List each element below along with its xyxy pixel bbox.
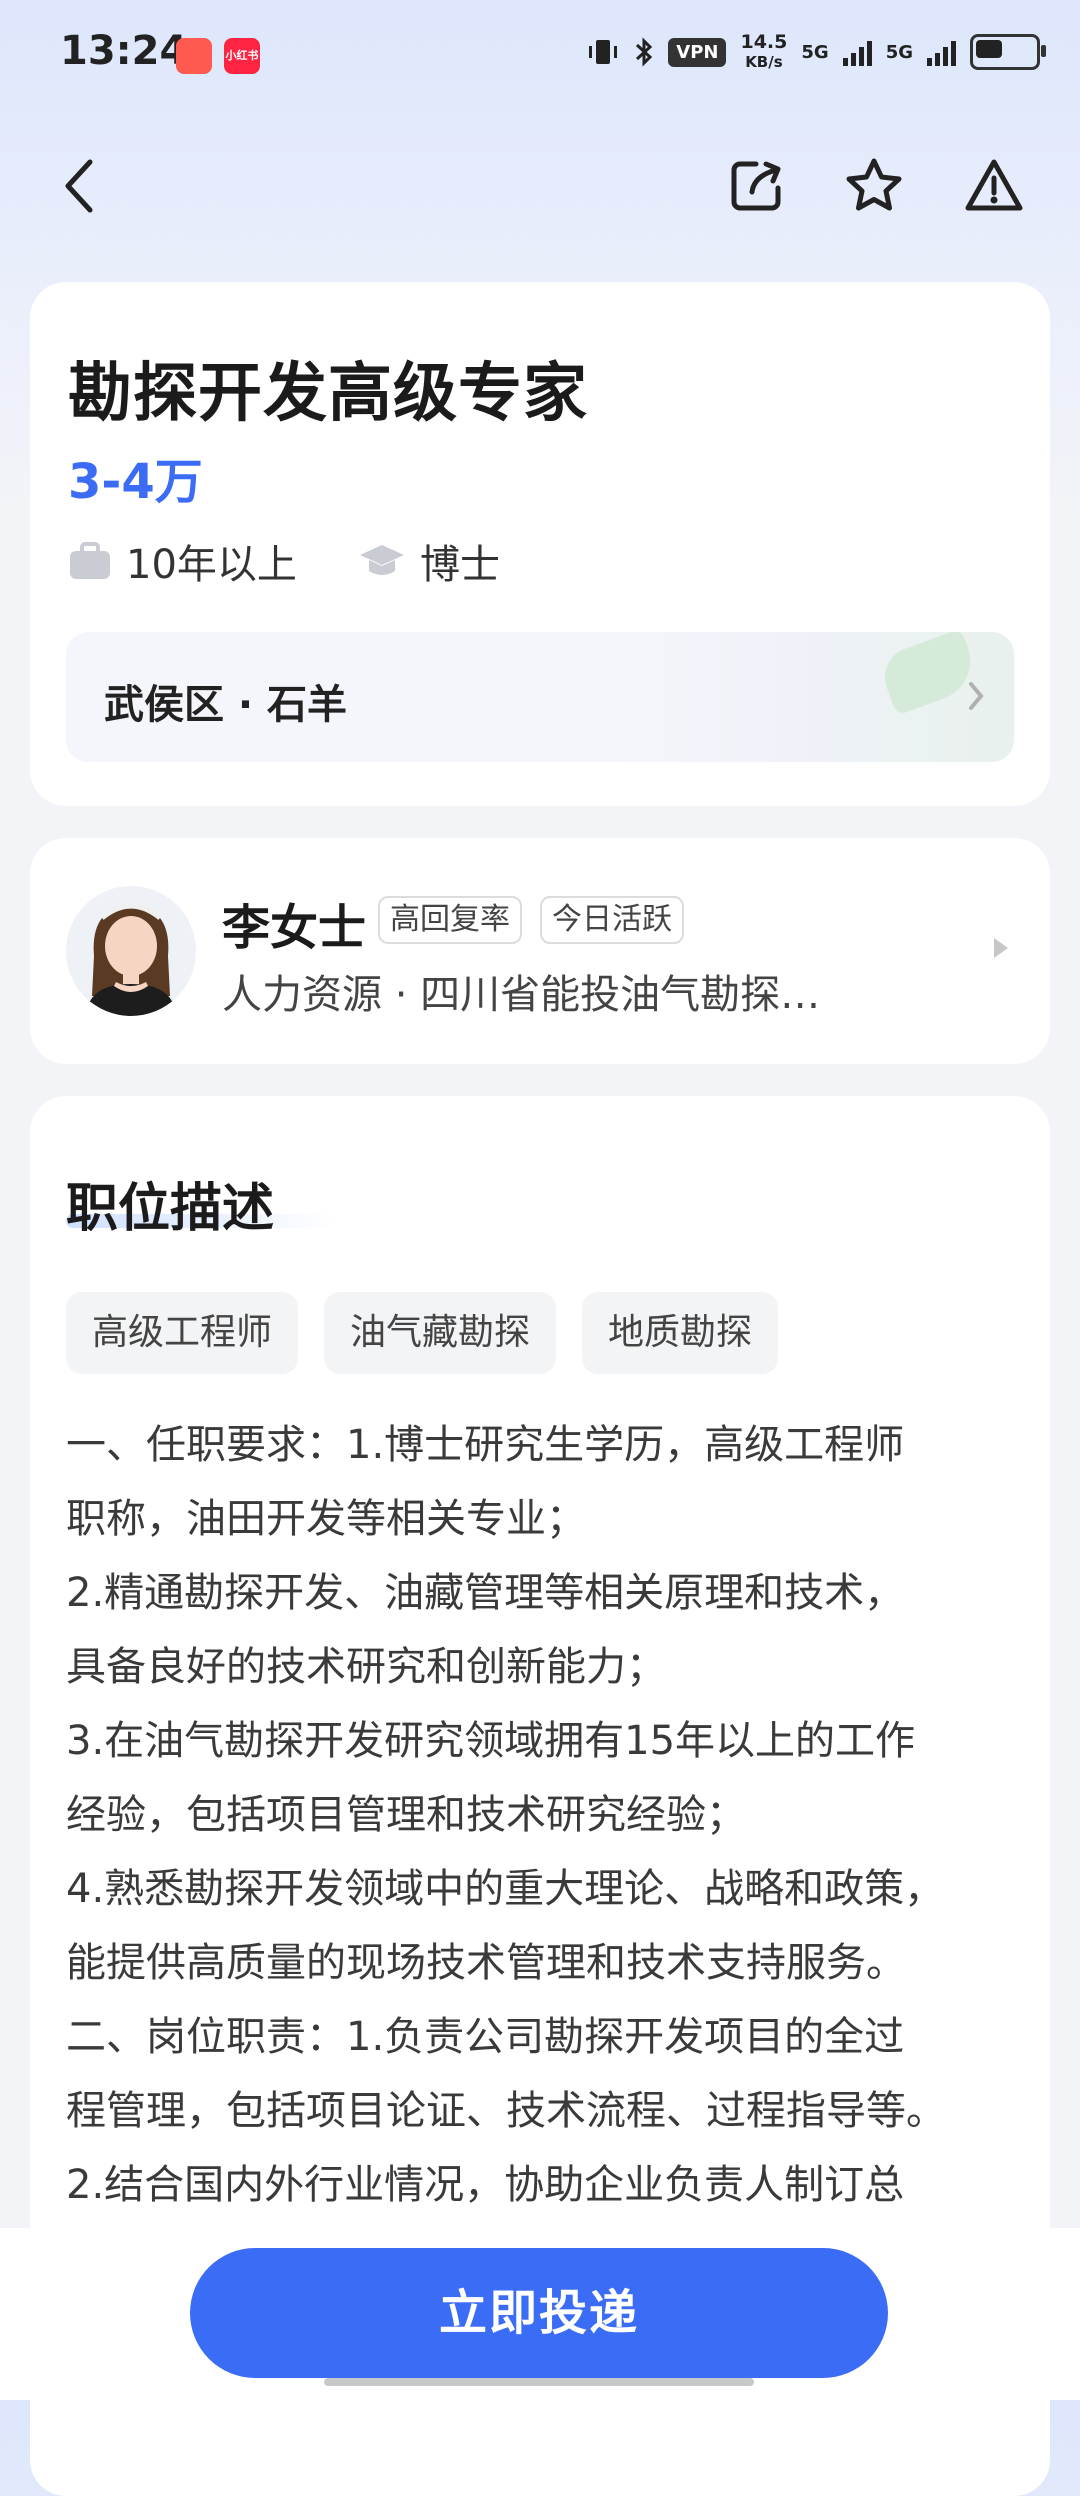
home-indicator[interactable] [324, 2378, 754, 2386]
experience-requirement: 10年以上 [68, 532, 297, 590]
back-button[interactable] [44, 150, 116, 222]
battery-icon [970, 34, 1046, 70]
avatar-illustration-icon [86, 903, 176, 1016]
vpn-badge: VPN [668, 37, 727, 67]
network-5g-1: 5G [801, 41, 829, 63]
caret-right-icon [994, 938, 1008, 958]
recruiter-card[interactable]: 李女士 高回复率 今日活跃 人力资源 · 四川省能投油气勘探… [30, 838, 1050, 1064]
description-line: 2.结合国内外行业情况，协助企业负责人制订总 [66, 2162, 905, 2208]
job-title: 勘探开发高级专家 [68, 357, 588, 431]
favorite-button[interactable] [838, 150, 910, 222]
notification-app-icon [176, 38, 212, 74]
job-summary-card: 勘探开发高级专家 3-4万 10年以上 博士 武侯区 · 石羊 [30, 282, 1050, 806]
bluetooth-icon [636, 37, 653, 67]
status-time: 13:24 [60, 28, 188, 74]
graduation-cap-icon [360, 545, 404, 575]
description-line: 经验，包括项目管理和技术研究经验； [66, 1792, 746, 1838]
vibrate-icon [589, 40, 618, 64]
apply-now-button[interactable]: 立即投递 [190, 2248, 888, 2378]
skill-tags: 高级工程师 油气藏勘探 地质勘探 [66, 1292, 779, 1374]
description-line: 4.熟悉勘探开发领域中的重大理论、战略和政策， [66, 1866, 945, 1912]
warning-icon [965, 159, 1023, 211]
recruiter-tag-response: 高回复率 [378, 896, 522, 944]
description-line: 能提供高质量的现场技术管理和技术支持服务。 [66, 1940, 906, 1986]
recruiter-company: 人力资源 · 四川省能投油气勘探… [222, 972, 821, 1018]
signal-icon-2 [927, 38, 956, 66]
briefcase-icon [70, 542, 110, 579]
description-line: 2.精通勘探开发、油藏管理等相关原理和技术， [66, 1570, 905, 1616]
chevron-right-icon [969, 682, 984, 710]
status-indicators: VPN 14.5 KB/s 5G 5G [586, 32, 1046, 72]
section-title: 职位描述 [66, 1179, 275, 1239]
skill-tag: 地质勘探 [582, 1292, 779, 1374]
recruiter-tag-active: 今日活跃 [540, 896, 684, 944]
job-salary: 3-4万 [68, 454, 203, 510]
skill-tag: 油气藏勘探 [324, 1292, 557, 1374]
signal-icon-1 [842, 38, 872, 66]
description-line: 一、任职要求：1.博士研究生学历，高级工程师 [66, 1422, 905, 1468]
share-button[interactable] [720, 150, 792, 222]
education-text: 博士 [420, 542, 500, 588]
experience-text: 10年以上 [126, 542, 297, 588]
description-line: 二、岗位职责：1.负责公司勘探开发项目的全过 [66, 2014, 905, 2060]
share-icon [731, 161, 781, 211]
report-button[interactable] [958, 150, 1030, 222]
speed-unit: KB/s [745, 53, 783, 71]
network-5g-2: 5G [885, 41, 913, 63]
network-speed: 14.5 KB/s [740, 32, 787, 72]
description-line: 职称，油田开发等相关专业； [66, 1496, 586, 1542]
status-bar: 13:24 小红书 VPN 14.5 KB/s 5G 5G [0, 0, 1080, 116]
description-text: 一、任职要求：1.博士研究生学历，高级工程师 职称，油田开发等相关专业； 2.精… [66, 1408, 1046, 2222]
skill-tag: 高级工程师 [66, 1292, 299, 1374]
description-line: 具备良好的技术研究和创新能力； [66, 1644, 666, 1690]
bottom-action-bar: 立即投递 [0, 2228, 1080, 2400]
description-line: 3.在油气勘探开发研究领域拥有15年以上的工作 [66, 1718, 916, 1764]
location-text: 武侯区 · 石羊 [104, 682, 348, 728]
star-icon [846, 158, 902, 211]
recruiter-name: 李女士 [222, 900, 367, 956]
description-line: 程管理，包括项目论证、技术流程、过程指导等。 [66, 2088, 946, 2134]
xiaohongshu-app-icon: 小红书 [224, 38, 260, 74]
recruiter-avatar [66, 886, 196, 1016]
chevron-left-icon [65, 159, 93, 213]
location-row[interactable]: 武侯区 · 石羊 [66, 632, 1014, 762]
education-requirement: 博士 [358, 532, 500, 590]
speed-value: 14.5 [740, 31, 788, 53]
